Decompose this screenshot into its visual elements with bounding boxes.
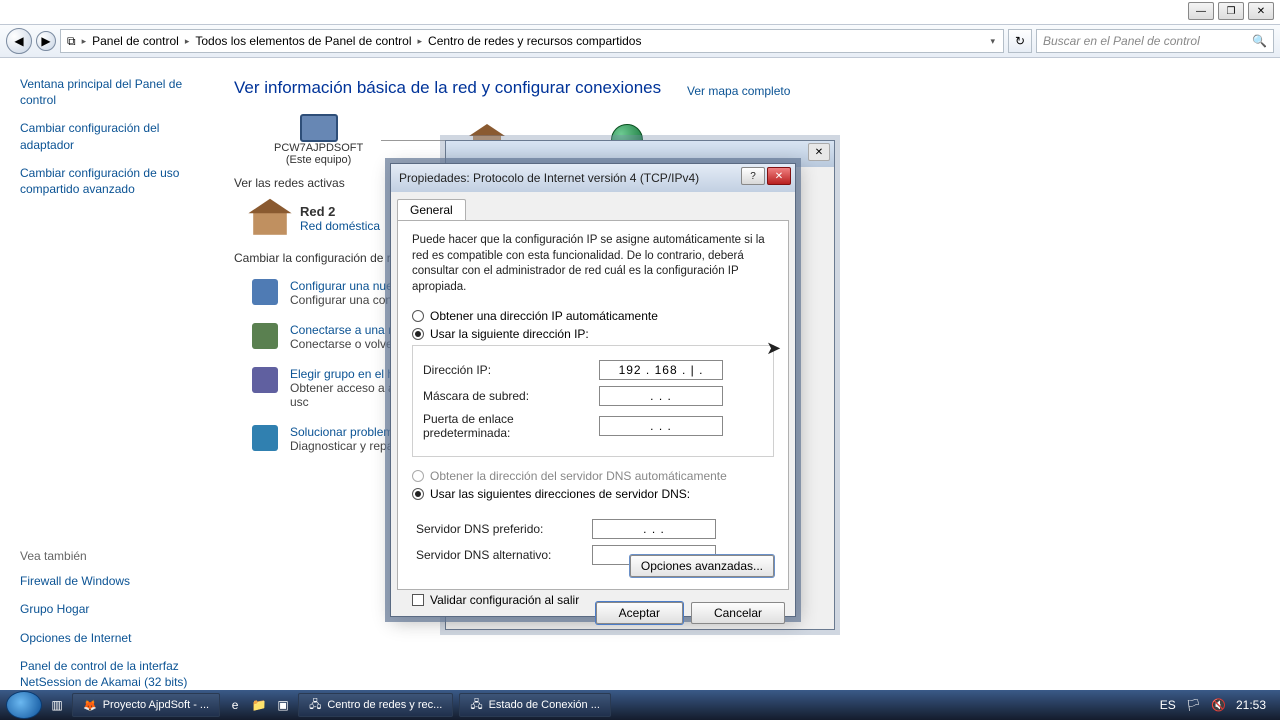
- subnet-mask-input[interactable]: . . .: [599, 386, 723, 406]
- node-computer-sub: (Este equipo): [286, 154, 351, 166]
- network-type-link[interactable]: Red doméstica: [300, 219, 380, 233]
- breadcrumb-item[interactable]: Centro de redes y recursos compartidos: [428, 34, 641, 48]
- breadcrumb-item[interactable]: Panel de control: [92, 34, 179, 48]
- window-restore-button[interactable]: ❐: [1218, 2, 1244, 20]
- see-also-homegroup[interactable]: Grupo Hogar: [20, 601, 198, 617]
- dns-preferred-input[interactable]: . . .: [592, 519, 716, 539]
- see-also-internet[interactable]: Opciones de Internet: [20, 630, 198, 646]
- radio-auto-ip[interactable]: [412, 310, 424, 322]
- advanced-options-button[interactable]: Opciones avanzadas...: [630, 555, 774, 577]
- dialog-title-text: Propiedades: Protocolo de Internet versi…: [399, 171, 699, 185]
- gateway-label: Puerta de enlace predeterminada:: [423, 412, 599, 440]
- radio-auto-dns-label: Obtener la dirección del servidor DNS au…: [430, 469, 727, 483]
- node-computer-name: PCW7AJPDSOFT: [274, 142, 363, 154]
- breadcrumb-dropdown-icon[interactable]: ▾: [988, 36, 997, 47]
- ip-address-label: Dirección IP:: [423, 363, 599, 377]
- dns-alternate-label: Servidor DNS alternativo:: [416, 548, 592, 562]
- computer-icon: [300, 114, 338, 142]
- radio-manual-ip[interactable]: [412, 328, 424, 340]
- radio-manual-ip-label: Usar la siguiente dirección IP:: [430, 327, 589, 341]
- sidebar-link-main[interactable]: Ventana principal del Panel de control: [20, 76, 198, 108]
- radio-manual-dns-label: Usar las siguientes direcciones de servi…: [430, 487, 690, 501]
- taskbar-item-network-center[interactable]: 🖧Centro de redes y rec...: [298, 693, 453, 717]
- breadcrumb[interactable]: ⧉ ▸ Panel de control ▸ Todos los element…: [60, 29, 1004, 53]
- taskbar: ▥ 🦊Proyecto AjpdSoft - ... e 📁 ▣ 🖧Centro…: [0, 690, 1280, 720]
- see-also-akamai[interactable]: Panel de control de la interfaz NetSessi…: [20, 658, 198, 690]
- task-icon: [252, 279, 278, 305]
- radio-auto-ip-label: Obtener una dirección IP automáticamente: [430, 309, 658, 323]
- tcpip-properties-dialog: Propiedades: Protocolo de Internet versi…: [390, 163, 796, 617]
- taskbar-item-connection-status[interactable]: 🖧Estado de Conexión ...: [459, 693, 611, 717]
- nav-back-button[interactable]: ◀: [6, 28, 32, 54]
- network-line: [381, 140, 451, 141]
- radio-auto-dns: [412, 470, 424, 482]
- ip-address-input[interactable]: 192 . 168 . | .: [599, 360, 723, 380]
- search-input[interactable]: Buscar en el Panel de control 🔍: [1036, 29, 1274, 53]
- breadcrumb-item[interactable]: Todos los elementos de Panel de control: [195, 34, 411, 48]
- window-close-button[interactable]: ✕: [1248, 2, 1274, 20]
- tab-general[interactable]: General: [397, 199, 466, 221]
- sidebar-link-adapter[interactable]: Cambiar configuración del adaptador: [20, 120, 198, 152]
- house-icon: [248, 201, 291, 235]
- pinned-media-icon[interactable]: ▣: [274, 696, 292, 714]
- window-minimize-button[interactable]: —: [1188, 2, 1214, 20]
- tray-volume-icon[interactable]: 🔇: [1211, 698, 1226, 712]
- task-icon: [252, 367, 278, 393]
- pinned-app-icon[interactable]: ▥: [48, 696, 66, 714]
- network-name: Red 2: [300, 204, 380, 219]
- sidebar: Ventana principal del Panel de control C…: [0, 58, 210, 690]
- task-icon: [252, 425, 278, 451]
- nav-forward-button[interactable]: ▶: [36, 31, 56, 51]
- close-icon[interactable]: ✕: [808, 143, 830, 161]
- radio-manual-dns[interactable]: [412, 488, 424, 500]
- view-full-map-link[interactable]: Ver mapa completo: [687, 84, 790, 98]
- tray-clock[interactable]: 21:53: [1236, 698, 1266, 712]
- tray-lang[interactable]: ES: [1160, 698, 1176, 712]
- validate-checkbox-label: Validar configuración al salir: [430, 593, 579, 607]
- search-placeholder: Buscar en el Panel de control: [1043, 34, 1200, 48]
- sidebar-link-sharing[interactable]: Cambiar configuración de uso compartido …: [20, 165, 198, 197]
- start-button[interactable]: [6, 691, 42, 719]
- pinned-ie-icon[interactable]: e: [226, 696, 244, 714]
- task-icon: [252, 323, 278, 349]
- see-also-firewall[interactable]: Firewall de Windows: [20, 573, 198, 589]
- dialog-close-button[interactable]: ✕: [767, 167, 791, 185]
- validate-checkbox[interactable]: [412, 594, 424, 606]
- gateway-input[interactable]: . . .: [599, 416, 723, 436]
- search-icon: 🔍: [1252, 34, 1267, 48]
- system-tray: ES 🏳 🔇 21:53: [1160, 698, 1274, 712]
- dialog-help-button[interactable]: ?: [741, 167, 765, 185]
- pinned-explorer-icon[interactable]: 📁: [250, 696, 268, 714]
- dialog-titlebar: Propiedades: Protocolo de Internet versi…: [391, 164, 795, 192]
- task-troubleshoot[interactable]: Solucionar problema: [290, 425, 404, 439]
- control-panel-icon: ⧉: [67, 34, 76, 49]
- tray-flag-icon[interactable]: 🏳: [1186, 698, 1201, 712]
- see-also-header: Vea también: [20, 549, 198, 563]
- task-desc: Diagnosticar y repara: [290, 439, 404, 453]
- taskbar-item-firefox[interactable]: 🦊Proyecto AjpdSoft - ...: [72, 693, 220, 717]
- refresh-button[interactable]: ↻: [1008, 29, 1032, 53]
- address-bar: ◀ ▶ ⧉ ▸ Panel de control ▸ Todos los ele…: [0, 24, 1280, 58]
- dialog-info-text: Puede hacer que la configuración IP se a…: [412, 233, 774, 295]
- dns-preferred-label: Servidor DNS preferido:: [416, 522, 592, 536]
- subnet-mask-label: Máscara de subred:: [423, 389, 599, 403]
